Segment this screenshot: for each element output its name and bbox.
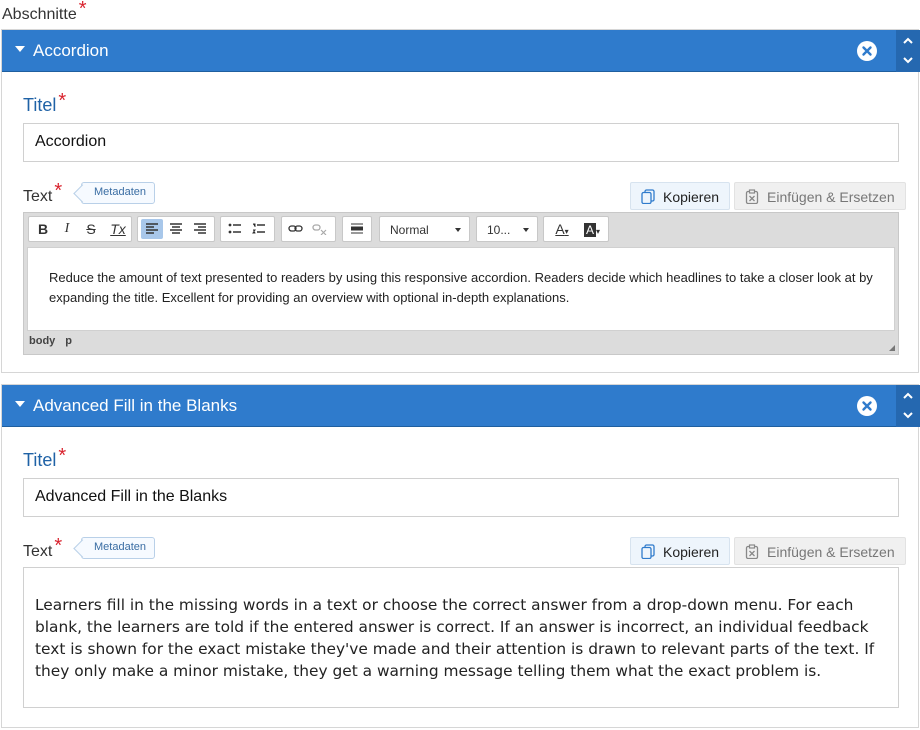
align-center-icon [170,223,182,234]
align-left-icon [146,223,158,234]
copy-icon [641,544,655,559]
text-color-caret-icon: ▾ [564,227,569,236]
close-icon [862,401,872,411]
format-select-value: Normal [390,223,429,237]
font-size-select[interactable]: 10... [476,216,538,242]
title-input[interactable]: Advanced Fill in the Blanks [23,478,899,517]
numbered-list-button[interactable] [248,219,270,239]
required-marker: * [58,90,67,112]
close-icon [862,46,872,56]
dropdown-arrow-icon [455,228,461,232]
editor-toolbar: B I S Tx Normal 10... A▾ A ▾ [24,213,898,245]
required-marker: * [78,0,87,20]
move-up-icon[interactable] [902,36,914,46]
copy-button[interactable]: Kopieren [630,537,731,565]
collapse-caret-icon[interactable] [15,46,25,52]
unlink-button[interactable] [309,219,331,239]
text-label: Text * [23,180,62,207]
paste-label: Einfügen & Ersetzen [767,544,895,560]
remove-format-button[interactable]: Tx [107,219,129,239]
link-button[interactable] [285,219,307,239]
copy-label: Kopieren [663,544,720,560]
section-header-title: Advanced Fill in the Blanks [33,396,238,415]
section-order-controls [896,30,920,72]
title-label: Titel * [23,445,66,472]
toolbar-group-lists [220,216,275,242]
move-down-icon[interactable] [902,55,914,65]
required-marker: * [54,180,63,202]
bulleted-list-button[interactable] [224,219,246,239]
section-accordion: Accordion Titel * Accordion Text * Metadat… [1,29,920,373]
text-label-text: Text [23,188,53,205]
dropdown-arrow-icon [523,228,529,232]
section-advanced-fill-blanks: Advanced Fill in the Blanks Titel * Advan… [1,384,920,728]
align-right-button[interactable] [189,219,211,239]
metadata-button[interactable]: Metadaten [81,537,155,559]
paste-replace-button[interactable]: Einfügen & Ersetzen [734,537,906,565]
text-color-label: A [555,221,565,237]
text-label: Text * [23,535,62,562]
paste-label: Einfügen & Ersetzen [767,189,895,205]
toolbar-group-align [137,216,215,242]
horizontal-line-icon [351,223,363,234]
section-header[interactable]: Accordion [2,30,896,72]
italic-button[interactable]: I [56,219,78,239]
path-p[interactable]: p [65,335,72,347]
unlink-icon [312,224,327,236]
copy-button[interactable]: Kopieren [630,182,731,210]
remove-section-button[interactable] [857,41,877,61]
section-header[interactable]: Advanced Fill in the Blanks [2,385,896,427]
align-right-icon [194,223,206,234]
toolbar-group-colors: A▾ A ▾ [543,216,609,242]
metadata-label: Metadaten [94,186,146,198]
format-select[interactable]: Normal [379,216,470,242]
required-marker: * [54,535,63,557]
copy-icon [641,189,655,204]
paste-replace-button[interactable]: Einfügen & Ersetzen [734,182,906,210]
title-label-text: Titel [23,95,57,115]
copy-label: Kopieren [663,189,720,205]
text-field[interactable]: Learners fill in the missing words in a … [23,567,899,708]
title-label: Titel * [23,90,66,117]
required-marker: * [58,445,67,467]
section-order-controls [896,385,920,427]
background-color-label: A [583,223,596,237]
toolbar-group-links [281,216,336,242]
title-input[interactable]: Accordion [23,123,899,162]
rich-text-editor: B I S Tx Normal 10... A▾ A ▾ Reduce the … [23,212,899,355]
background-color-caret-icon: ▾ [596,227,601,236]
clipboard-icon [745,189,759,204]
clipboard-icon [745,544,759,559]
link-icon [288,225,303,232]
text-color-button[interactable]: A▾ [548,219,576,239]
move-up-icon[interactable] [902,391,914,401]
sections-label: Abschnitte * [2,0,87,25]
bulleted-list-icon [228,223,241,234]
section-header-title: Accordion [33,41,109,60]
title-label-text: Titel [23,450,57,470]
toolbar-group-hr [342,216,372,242]
editor-content[interactable]: Reduce the amount of text presented to r… [27,247,895,331]
numbered-list-icon [252,223,265,234]
text-label-text: Text [23,543,53,560]
background-color-button[interactable]: A ▾ [578,219,606,239]
move-down-icon[interactable] [902,410,914,420]
metadata-label: Metadaten [94,541,146,553]
font-size-select-value: 10... [487,223,511,237]
collapse-caret-icon[interactable] [15,401,25,407]
toolbar-group-basic: B I S Tx [28,216,132,242]
sections-label-text: Abschnitte [2,6,77,23]
strikethrough-button[interactable]: S [80,219,102,239]
remove-section-button[interactable] [857,396,877,416]
horizontal-line-button[interactable] [346,219,368,239]
bold-button[interactable]: B [32,219,54,239]
resize-handle-icon[interactable] [889,345,895,351]
path-body[interactable]: body [29,335,55,347]
align-left-button[interactable] [141,219,163,239]
editor-elementspath: body p [29,335,82,347]
align-center-button[interactable] [165,219,187,239]
metadata-button[interactable]: Metadaten [81,182,155,204]
